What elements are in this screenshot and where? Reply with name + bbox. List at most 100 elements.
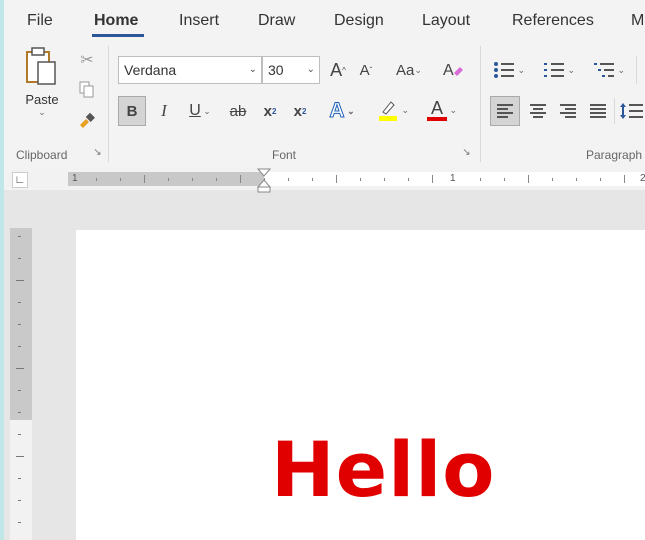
vertical-ruler-tick [18,434,21,435]
cut-icon[interactable]: ✂ [78,50,96,70]
underline-button[interactable]: U ⌄ [182,96,218,126]
font-size-value: 30 [268,62,284,78]
bold-button[interactable]: B [118,96,146,126]
ruler-label: 1 [450,173,456,184]
ruler-tick [168,178,169,181]
shrink-font-button[interactable]: Aˇ [354,56,378,84]
ruler-tick [504,178,505,181]
subscript-label: x [263,102,272,120]
paste-dropdown-icon[interactable]: ⌄ [38,107,46,118]
numbering-button[interactable]: ⌄ [538,56,580,84]
align-right-icon [560,104,576,118]
italic-button[interactable]: I [152,96,176,126]
tab-file[interactable]: File [27,12,53,30]
vertical-ruler-tick [18,478,21,479]
text-effects-label: A [329,99,345,123]
tab-references[interactable]: References [512,12,594,30]
ruler-tick [552,178,553,181]
ruler-tick [96,178,97,181]
vertical-ruler-tick [18,412,21,413]
chevron-down-icon: ⌄ [248,64,257,75]
group-divider [108,46,109,162]
group-divider [480,46,481,162]
ruler-tick [432,175,433,183]
bullets-button[interactable]: ⌄ [488,56,530,84]
shrink-font-label: A [359,61,370,79]
tab-insert[interactable]: Insert [179,12,219,30]
ruler-tick [120,178,121,181]
vertical-ruler-tick [18,302,21,303]
ruler-tick [624,175,625,183]
grow-font-label: A [330,59,343,80]
tab-layout[interactable]: Layout [422,12,470,30]
line-spacing-button[interactable] [618,96,645,126]
strikethrough-label: ab [229,102,247,120]
tab-selector-icon[interactable]: ∟ [12,172,28,188]
ruler-tick [600,178,601,181]
document-text[interactable]: Hello [271,425,495,514]
paragraph-divider [614,98,615,124]
vertical-ruler-tick [18,346,21,347]
strikethrough-button[interactable]: ab [224,96,252,126]
multilevel-list-button[interactable]: ⌄ [588,56,630,84]
clipboard-launcher-icon[interactable]: ↘ [92,148,103,158]
superscript-label: x [293,102,302,120]
tab-draw[interactable]: Draw [258,12,295,30]
document-page[interactable]: Hello [76,230,645,540]
copy-icon[interactable] [78,80,96,100]
ruler-tick [264,178,265,181]
align-center-icon [530,104,546,118]
ruler-tick [360,178,361,181]
ruler-tick [216,178,217,181]
ruler-tick [408,178,409,181]
font-group-label: Font [272,148,297,162]
highlighter-icon [378,101,397,121]
justify-button[interactable] [584,96,612,126]
ribbon-tab-bar: File Home Insert Draw Design Layout Refe… [4,0,645,40]
paragraph-divider [636,56,637,84]
align-right-button[interactable] [554,96,582,126]
ruler-tick [336,175,337,183]
font-color-bar [426,117,447,121]
ruler-label: 2 [640,173,645,184]
highlight-color-button[interactable]: ⌄ [372,94,414,126]
vertical-ruler-margin [10,228,32,420]
vertical-ruler-tick [16,456,24,457]
ruler-tick [576,178,577,181]
word-window: File Home Insert Draw Design Layout Refe… [4,0,645,540]
numbering-icon [543,63,564,77]
align-center-button[interactable] [524,96,552,126]
clear-formatting-icon: A [443,62,463,79]
font-size-select[interactable]: 30 ⌄ [262,56,320,84]
tab-design[interactable]: Design [334,12,384,30]
align-left-button[interactable] [490,96,520,126]
vertical-ruler-tick [18,390,21,391]
grow-font-button[interactable]: A ^ [326,56,350,84]
superscript-button[interactable]: x2 [288,96,312,126]
indent-marker-icon[interactable] [256,168,272,194]
vertical-ruler-tick [18,236,21,237]
underline-label: U [189,102,201,119]
font-color-button[interactable]: A ⌄ [420,94,464,126]
justify-icon [590,104,606,118]
ruler-label: 1 [72,173,78,184]
vertical-ruler-tick [18,324,21,325]
tab-home[interactable]: Home [94,12,138,30]
clear-formatting-button[interactable]: A [440,56,466,84]
multilevel-list-icon [593,63,614,77]
subscript-button[interactable]: x2 [258,96,282,126]
align-left-icon [497,104,513,118]
paste-button[interactable]: Paste ⌄ [22,46,62,126]
ruler-margin [68,172,264,186]
font-family-select[interactable]: Verdana ⌄ [118,56,262,84]
format-painter-icon[interactable] [76,110,98,132]
tab-mailings[interactable]: M [631,12,644,30]
active-tab-indicator [92,34,144,37]
change-case-label: Aa [396,61,415,79]
ruler-tick [384,178,385,181]
text-effects-button[interactable]: A ⌄ [322,96,362,126]
font-color-label: A [430,98,443,118]
change-case-button[interactable]: Aa ⌄ [388,56,430,84]
font-launcher-icon[interactable]: ↘ [461,148,472,158]
bold-label: B [126,102,138,120]
